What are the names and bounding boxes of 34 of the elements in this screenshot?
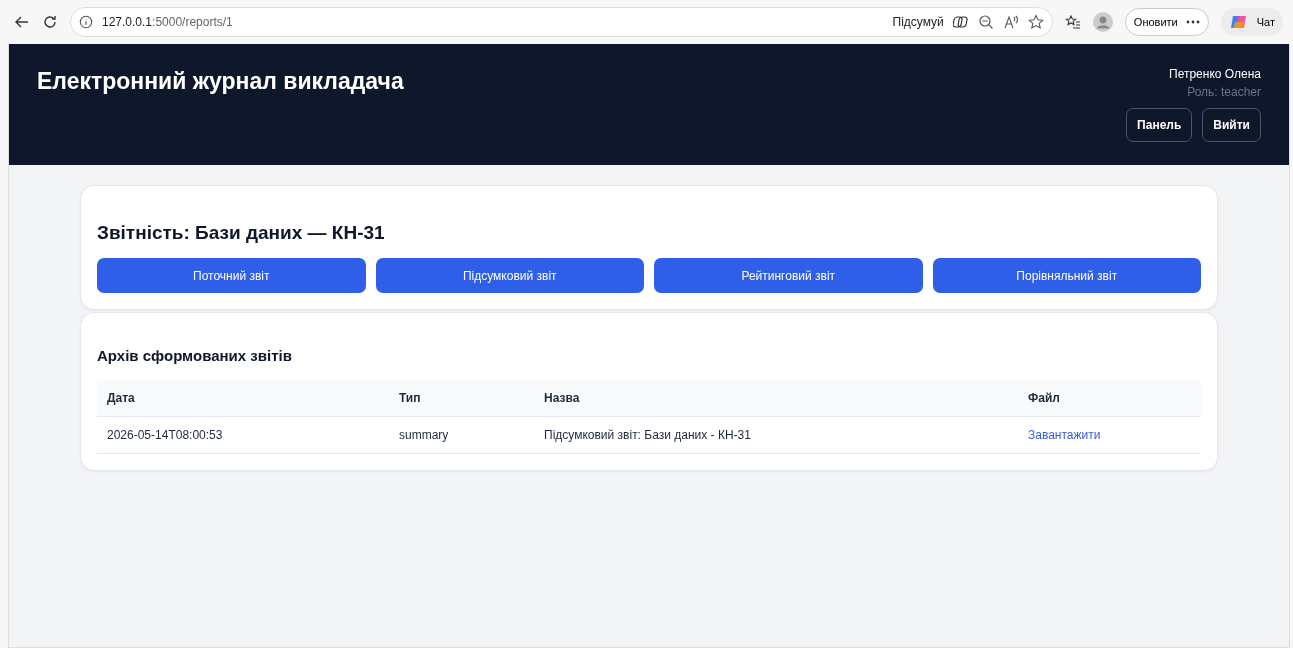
more-icon[interactable] — [1185, 20, 1200, 24]
app-title: Електронний журнал викладача — [37, 68, 404, 96]
reload-icon[interactable] — [42, 14, 58, 30]
report-button[interactable]: Підсумковий звіт — [375, 258, 644, 293]
favorites-list-icon[interactable] — [1064, 14, 1081, 30]
column-header: Дата — [97, 380, 389, 417]
user-name: Петренко Олена — [1169, 67, 1261, 81]
url-text: 127.0.0.1:5000/reports/1 — [102, 15, 233, 29]
chat-button[interactable]: Чат — [1220, 8, 1283, 36]
download-link[interactable]: Завантажити — [1028, 428, 1101, 442]
profile-avatar-icon[interactable] — [1092, 12, 1113, 32]
column-header: Назва — [534, 380, 1018, 417]
user-role: Роль: teacher — [1187, 85, 1261, 99]
address-bar[interactable]: 127.0.0.1:5000/reports/1 Підсумуй — [70, 7, 1053, 37]
table-cell: summary — [389, 416, 534, 454]
report-button[interactable]: Порівняльний звіт — [932, 258, 1201, 293]
archive-title: Архів сформованих звітів — [97, 347, 293, 364]
zoom-out-icon[interactable] — [977, 14, 994, 30]
header-button[interactable]: Панель — [1126, 108, 1193, 142]
summarize-button[interactable]: Підсумуй — [892, 15, 944, 29]
table-cell: Підсумковий звіт: Бази даних - КН-31 — [534, 416, 1018, 454]
reports-title: Звітність: Бази даних — КН-31 — [97, 222, 386, 244]
header-button[interactable]: Вийти — [1202, 108, 1261, 142]
column-header: Тип — [389, 380, 534, 417]
report-button[interactable]: Поточний звіт — [97, 258, 366, 293]
back-icon[interactable] — [14, 14, 30, 30]
copilot-icon[interactable] — [952, 14, 969, 30]
favorite-icon[interactable] — [1027, 14, 1044, 30]
report-button[interactable]: Рейтинговий звіт — [654, 258, 923, 293]
column-header: Файл — [1018, 380, 1201, 417]
read-aloud-icon[interactable] — [1002, 14, 1019, 30]
table-cell: 2026-05-14T08:00:53 — [97, 416, 389, 454]
update-button[interactable]: Оновити — [1124, 8, 1209, 36]
info-icon[interactable] — [79, 15, 93, 29]
